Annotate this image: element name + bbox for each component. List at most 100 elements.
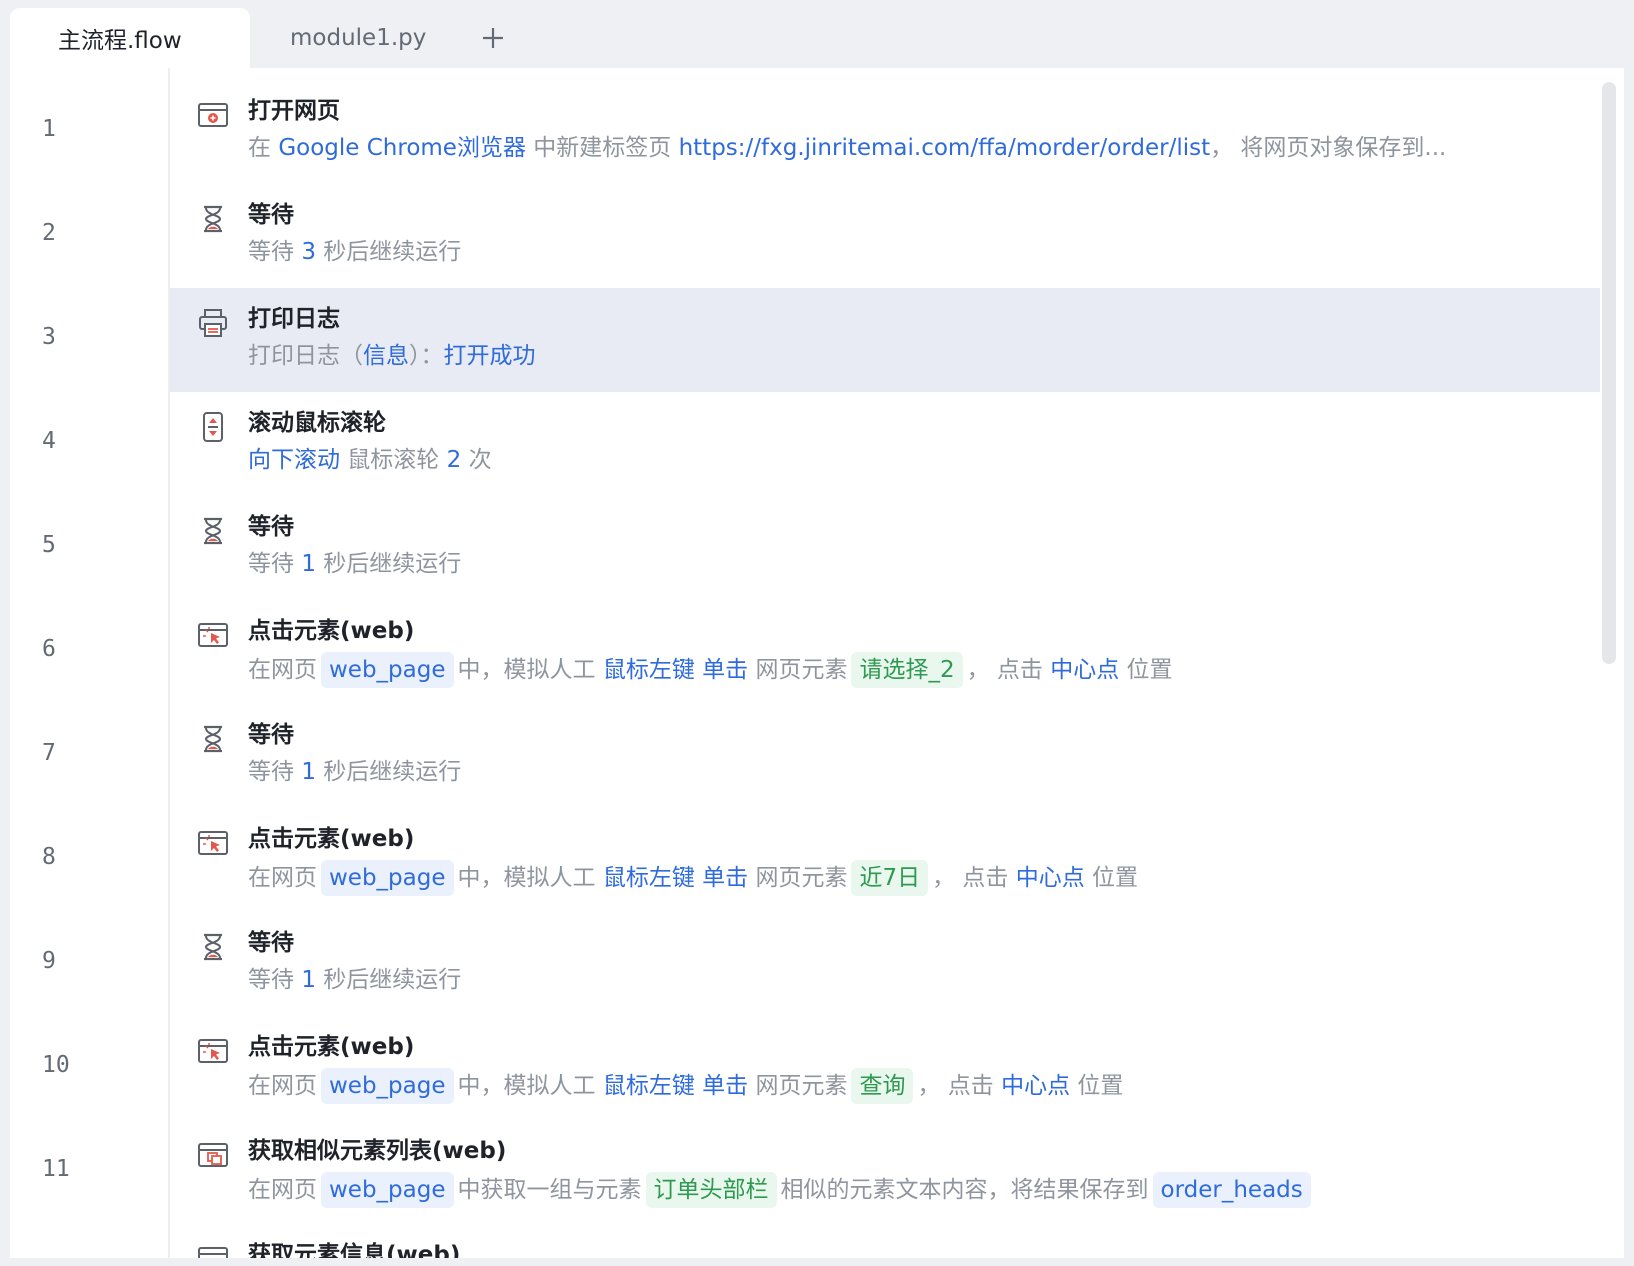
element-chip[interactable]: 请选择_2	[851, 652, 963, 688]
desc-value[interactable]: 信息	[363, 343, 409, 369]
line-number: 11	[42, 1156, 70, 1182]
desc-text: 次	[461, 447, 492, 473]
desc-value[interactable]: 1	[301, 967, 316, 993]
element-chip[interactable]: 近7日	[851, 860, 929, 896]
flow-step-row[interactable]: 7 等待 等待 1 秒后继续运行	[42, 704, 1600, 808]
desc-text: 等待	[248, 551, 302, 577]
desc-text: 中，模拟人工	[457, 1073, 603, 1099]
flow-step-row[interactable]: 1 打开网页 在 Google Chrome浏览器 中新建标签页 https:/…	[42, 80, 1600, 184]
desc-text: 中新建标签页	[525, 135, 679, 161]
step-title: 点击元素(web)	[248, 618, 415, 644]
desc-text: 等待	[248, 239, 302, 265]
tab-module1[interactable]: module1.py	[250, 8, 460, 68]
desc-text: 位置	[1084, 865, 1139, 891]
desc-text: 秒后继续运行	[315, 239, 462, 265]
tab-label: module1.py	[290, 25, 427, 51]
desc-text: 秒后继续运行	[315, 551, 462, 577]
flow-step-row[interactable]: 12 获取元素信息(web)	[170, 1224, 1600, 1258]
desc-value[interactable]: 鼠标左键	[603, 865, 695, 891]
scroll-wheel-icon	[196, 410, 230, 444]
step-description: 等待 1 秒后继续运行	[248, 756, 461, 788]
step-description: 在 Google Chrome浏览器 中新建标签页 https://fxg.ji…	[248, 132, 1446, 164]
step-title: 滚动鼠标滚轮	[248, 410, 386, 436]
flow-step-row[interactable]: 8 点击元素(web) 在网页 web_page 中，模拟人工 鼠标左键 单击 网页…	[42, 808, 1600, 912]
desc-text: 在网页	[248, 865, 317, 891]
step-description: 等待 3 秒后继续运行	[248, 236, 461, 268]
flow-step-row[interactable]: 5 等待 等待 1 秒后继续运行	[42, 496, 1600, 600]
line-number: 1	[42, 116, 56, 142]
line-number: 9	[42, 948, 56, 974]
click-element-icon	[196, 618, 230, 652]
line-number: 7	[42, 740, 56, 766]
desc-value[interactable]: 中心点	[1050, 657, 1119, 683]
desc-text: 在	[248, 135, 279, 161]
vertical-scrollbar[interactable]	[1602, 82, 1616, 664]
desc-text: 网页元素	[748, 865, 848, 891]
hourglass-icon	[196, 722, 230, 756]
hourglass-icon	[196, 930, 230, 964]
desc-text: 网页元素	[748, 657, 848, 683]
flow-step-row[interactable]: 4 滚动鼠标滚轮 向下滚动 鼠标滚轮 2 次	[42, 392, 1600, 496]
step-description: 在网页 web_page 中，模拟人工 鼠标左键 单击 网页元素 请选择_2， 点击 …	[248, 652, 1173, 688]
tab-label: 主流程.flow	[58, 28, 182, 54]
step-title: 获取相似元素列表(web)	[248, 1138, 507, 1164]
step-description: 打印日志（信息）：打开成功	[248, 340, 536, 372]
desc-link[interactable]: Google Chrome浏览器	[278, 135, 526, 161]
flow-step-row[interactable]: 11 获取相似元素列表(web) 在网页 web_page 中获取一组与元素 订单头部…	[42, 1120, 1600, 1224]
add-tab-button[interactable]	[470, 15, 516, 61]
flow-step-row[interactable]: 10 点击元素(web) 在网页 web_page 中，模拟人工 鼠标左键 单击 网…	[42, 1016, 1600, 1120]
flow-step-row[interactable]: 9 等待 等待 1 秒后继续运行	[42, 912, 1600, 1016]
desc-text: ， 点击	[966, 657, 1051, 683]
desc-text: 鼠标滚轮	[340, 447, 447, 473]
desc-text: 等待	[248, 759, 302, 785]
variable-chip[interactable]: order_heads	[1152, 1172, 1311, 1208]
desc-text: 位置	[1119, 657, 1173, 683]
desc-value[interactable]: 单击	[702, 1073, 748, 1099]
line-number: 6	[42, 636, 56, 662]
variable-chip[interactable]: web_page	[321, 1068, 454, 1104]
desc-text: 在网页	[248, 657, 317, 683]
variable-chip[interactable]: web_page	[321, 652, 454, 688]
step-title: 获取元素信息(web)	[248, 1242, 461, 1258]
step-description: 在网页 web_page 中，模拟人工 鼠标左键 单击 网页元素 查询， 点击 中心点…	[248, 1068, 1123, 1104]
flow-step-row[interactable]: 2 等待 等待 3 秒后继续运行	[42, 184, 1600, 288]
click-element-icon	[196, 826, 230, 860]
variable-chip[interactable]: web_page	[321, 1172, 454, 1208]
desc-text: 中，模拟人工	[457, 865, 603, 891]
desc-value[interactable]: 2	[447, 447, 462, 473]
desc-value[interactable]: 中心点	[1016, 865, 1085, 891]
element-chip[interactable]: 查询	[851, 1068, 914, 1104]
desc-text: 在网页	[248, 1073, 317, 1099]
desc-value[interactable]: 鼠标左键	[603, 1073, 695, 1099]
desc-text: 打印日志（	[248, 343, 363, 369]
printer-icon	[196, 306, 230, 340]
line-number-gutter	[10, 68, 170, 1258]
step-title: 点击元素(web)	[248, 826, 415, 852]
desc-value[interactable]: 鼠标左键	[603, 657, 695, 683]
step-description: 等待 1 秒后继续运行	[248, 548, 461, 580]
tab-main-flow[interactable]: 主流程.flow	[10, 8, 250, 68]
line-number: 10	[42, 1052, 70, 1078]
desc-link[interactable]: https://fxg.jinritemai.com/ffa/morder/or…	[679, 135, 1211, 161]
element-chip[interactable]: 订单头部栏	[645, 1172, 777, 1208]
flow-step-row[interactable]: 6 点击元素(web) 在网页 web_page 中，模拟人工 鼠标左键 单击 网页…	[42, 600, 1600, 704]
variable-chip[interactable]: web_page	[321, 860, 454, 896]
desc-text: 秒后继续运行	[315, 967, 462, 993]
desc-value[interactable]: 1	[301, 551, 316, 577]
desc-text: 相似的元素文本内容，将结果保存到	[780, 1177, 1149, 1203]
plus-icon	[483, 28, 503, 48]
flow-step-row-selected[interactable]: 3 打印日志 打印日志（信息）：打开成功	[42, 288, 1600, 392]
step-title: 点击元素(web)	[248, 1034, 415, 1060]
desc-value[interactable]: 1	[301, 759, 316, 785]
desc-value[interactable]: 打开成功	[444, 343, 536, 369]
desc-value[interactable]: 单击	[702, 865, 748, 891]
line-number: 2	[42, 220, 56, 246]
desc-value[interactable]: 中心点	[1001, 1073, 1070, 1099]
desc-value[interactable]: 单击	[702, 657, 748, 683]
desc-value[interactable]: 向下滚动	[248, 447, 340, 473]
desc-text: 中获取一组与元素	[457, 1177, 642, 1203]
flow-editor: 1 打开网页 在 Google Chrome浏览器 中新建标签页 https:/…	[10, 68, 1624, 1258]
desc-text: ， 将网页对象保存到...	[1210, 135, 1447, 161]
desc-value[interactable]: 3	[301, 239, 316, 265]
step-title: 等待	[248, 514, 294, 540]
